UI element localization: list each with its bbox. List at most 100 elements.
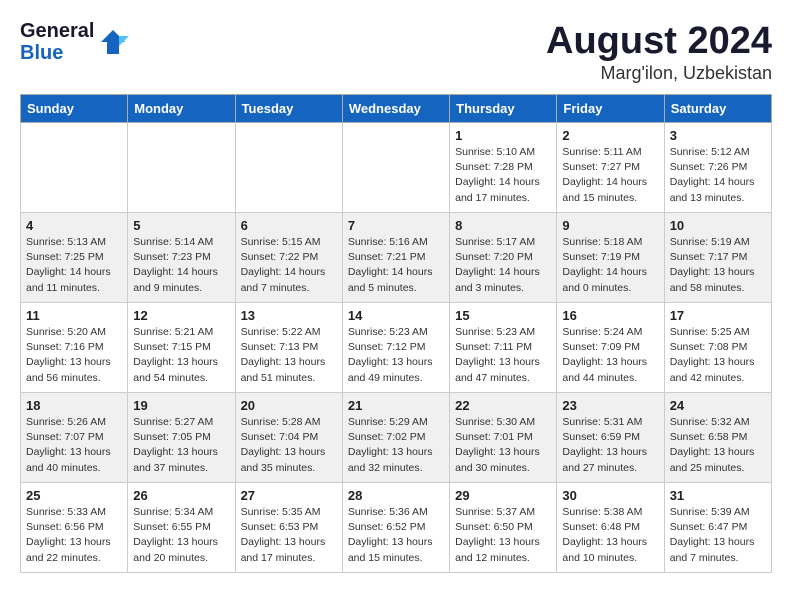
calendar-week-1: 1 Sunrise: 5:10 AM Sunset: 7:28 PM Daylig… [21,123,772,213]
calendar-cell: 31 Sunrise: 5:39 AM Sunset: 6:47 PM Dayli… [664,483,771,573]
day-number: 22 [455,398,551,413]
calendar-cell: 8 Sunrise: 5:17 AM Sunset: 7:20 PM Daylig… [450,213,557,303]
calendar-cell: 11 Sunrise: 5:20 AM Sunset: 7:16 PM Dayli… [21,303,128,393]
day-number: 26 [133,488,229,503]
calendar-week-4: 18 Sunrise: 5:26 AM Sunset: 7:07 PM Dayli… [21,393,772,483]
day-info: Sunrise: 5:39 AM Sunset: 6:47 PM Dayligh… [670,505,766,566]
calendar-cell: 22 Sunrise: 5:30 AM Sunset: 7:01 PM Dayli… [450,393,557,483]
calendar-cell: 19Sunrise: 5:27 AM Sunset: 7:05 PM Dayli… [128,393,235,483]
day-number: 3 [670,128,766,143]
day-info: Sunrise: 5:34 AM Sunset: 6:55 PM Dayligh… [133,505,229,566]
calendar-cell: 24Sunrise: 5:32 AM Sunset: 6:58 PM Dayli… [664,393,771,483]
day-info: Sunrise: 5:35 AM Sunset: 6:53 PM Dayligh… [241,505,337,566]
page-header: General Blue August 2024 Marg'ilon, Uzbe… [20,20,772,84]
day-info: Sunrise: 5:14 AM Sunset: 7:23 PM Dayligh… [133,235,229,296]
col-header-saturday: Saturday [664,95,771,123]
day-info: Sunrise: 5:23 AM Sunset: 7:12 PM Dayligh… [348,325,444,386]
day-number: 16 [562,308,658,323]
day-info: Sunrise: 5:10 AM Sunset: 7:28 PM Dayligh… [455,145,551,206]
day-info: Sunrise: 5:25 AM Sunset: 7:08 PM Dayligh… [670,325,766,386]
day-info: Sunrise: 5:22 AM Sunset: 7:13 PM Dayligh… [241,325,337,386]
calendar-cell: 4 Sunrise: 5:13 AM Sunset: 7:25 PM Daylig… [21,213,128,303]
day-number: 8 [455,218,551,233]
day-info: Sunrise: 5:33 AM Sunset: 6:56 PM Dayligh… [26,505,122,566]
day-number: 29 [455,488,551,503]
day-info: Sunrise: 5:29 AM Sunset: 7:02 PM Dayligh… [348,415,444,476]
col-header-thursday: Thursday [450,95,557,123]
calendar-table: SundayMondayTuesdayWednesdayThursdayFrid… [20,94,772,573]
day-info: Sunrise: 5:23 AM Sunset: 7:11 PM Dayligh… [455,325,551,386]
calendar-cell: 5Sunrise: 5:14 AM Sunset: 7:23 PM Daylig… [128,213,235,303]
calendar-cell: 27 Sunrise: 5:35 AM Sunset: 6:53 PM Dayli… [235,483,342,573]
calendar-cell: 2 Sunrise: 5:11 AM Sunset: 7:27 PM Daylig… [557,123,664,213]
day-number: 17 [670,308,766,323]
calendar-cell: 18 Sunrise: 5:26 AM Sunset: 7:07 PM Dayli… [21,393,128,483]
page-title: August 2024 [546,20,772,63]
day-number: 23 [562,398,658,413]
page-subtitle: Marg'ilon, Uzbekistan [546,63,772,84]
day-info: Sunrise: 5:16 AM Sunset: 7:21 PM Dayligh… [348,235,444,296]
day-info: Sunrise: 5:28 AM Sunset: 7:04 PM Dayligh… [241,415,337,476]
day-number: 9 [562,218,658,233]
day-number: 27 [241,488,337,503]
calendar-cell [235,123,342,213]
day-number: 2 [562,128,658,143]
col-header-tuesday: Tuesday [235,95,342,123]
col-header-friday: Friday [557,95,664,123]
calendar-cell [128,123,235,213]
day-number: 21 [348,398,444,413]
day-info: Sunrise: 5:20 AM Sunset: 7:16 PM Dayligh… [26,325,122,386]
calendar-cell [342,123,449,213]
calendar-cell [21,123,128,213]
calendar-cell: 29Sunrise: 5:37 AM Sunset: 6:50 PM Dayli… [450,483,557,573]
day-info: Sunrise: 5:31 AM Sunset: 6:59 PM Dayligh… [562,415,658,476]
day-info: Sunrise: 5:15 AM Sunset: 7:22 PM Dayligh… [241,235,337,296]
day-number: 1 [455,128,551,143]
calendar-cell: 3 Sunrise: 5:12 AM Sunset: 7:26 PM Daylig… [664,123,771,213]
calendar-cell: 16 Sunrise: 5:24 AM Sunset: 7:09 PM Dayli… [557,303,664,393]
day-number: 25 [26,488,122,503]
calendar-week-5: 25 Sunrise: 5:33 AM Sunset: 6:56 PM Dayli… [21,483,772,573]
day-info: Sunrise: 5:32 AM Sunset: 6:58 PM Dayligh… [670,415,766,476]
calendar-cell: 7 Sunrise: 5:16 AM Sunset: 7:21 PM Daylig… [342,213,449,303]
day-info: Sunrise: 5:11 AM Sunset: 7:27 PM Dayligh… [562,145,658,206]
header-row: SundayMondayTuesdayWednesdayThursdayFrid… [21,95,772,123]
day-number: 11 [26,308,122,323]
calendar-cell: 9 Sunrise: 5:18 AM Sunset: 7:19 PM Daylig… [557,213,664,303]
day-info: Sunrise: 5:36 AM Sunset: 6:52 PM Dayligh… [348,505,444,566]
day-info: Sunrise: 5:30 AM Sunset: 7:01 PM Dayligh… [455,415,551,476]
day-number: 15 [455,308,551,323]
day-number: 28 [348,488,444,503]
calendar-cell: 28 Sunrise: 5:36 AM Sunset: 6:52 PM Dayli… [342,483,449,573]
calendar-week-2: 4 Sunrise: 5:13 AM Sunset: 7:25 PM Daylig… [21,213,772,303]
day-info: Sunrise: 5:17 AM Sunset: 7:20 PM Dayligh… [455,235,551,296]
day-info: Sunrise: 5:13 AM Sunset: 7:25 PM Dayligh… [26,235,122,296]
day-info: Sunrise: 5:19 AM Sunset: 7:17 PM Dayligh… [670,235,766,296]
calendar-cell: 26 Sunrise: 5:34 AM Sunset: 6:55 PM Dayli… [128,483,235,573]
calendar-cell: 12Sunrise: 5:21 AM Sunset: 7:15 PM Dayli… [128,303,235,393]
day-info: Sunrise: 5:18 AM Sunset: 7:19 PM Dayligh… [562,235,658,296]
day-number: 18 [26,398,122,413]
calendar-week-3: 11 Sunrise: 5:20 AM Sunset: 7:16 PM Dayli… [21,303,772,393]
day-info: Sunrise: 5:24 AM Sunset: 7:09 PM Dayligh… [562,325,658,386]
day-number: 13 [241,308,337,323]
day-number: 6 [241,218,337,233]
calendar-cell: 15 Sunrise: 5:23 AM Sunset: 7:11 PM Dayli… [450,303,557,393]
day-info: Sunrise: 5:27 AM Sunset: 7:05 PM Dayligh… [133,415,229,476]
calendar-cell: 20 Sunrise: 5:28 AM Sunset: 7:04 PM Dayli… [235,393,342,483]
day-number: 7 [348,218,444,233]
day-info: Sunrise: 5:38 AM Sunset: 6:48 PM Dayligh… [562,505,658,566]
day-number: 10 [670,218,766,233]
day-info: Sunrise: 5:26 AM Sunset: 7:07 PM Dayligh… [26,415,122,476]
day-info: Sunrise: 5:12 AM Sunset: 7:26 PM Dayligh… [670,145,766,206]
calendar-cell: 10 Sunrise: 5:19 AM Sunset: 7:17 PM Dayli… [664,213,771,303]
day-number: 30 [562,488,658,503]
calendar-cell: 1 Sunrise: 5:10 AM Sunset: 7:28 PM Daylig… [450,123,557,213]
title-block: August 2024 Marg'ilon, Uzbekistan [546,20,772,84]
calendar-cell: 30 Sunrise: 5:38 AM Sunset: 6:48 PM Dayli… [557,483,664,573]
calendar-cell: 25 Sunrise: 5:33 AM Sunset: 6:56 PM Dayli… [21,483,128,573]
day-number: 4 [26,218,122,233]
day-number: 31 [670,488,766,503]
day-number: 20 [241,398,337,413]
calendar-cell: 23 Sunrise: 5:31 AM Sunset: 6:59 PM Dayli… [557,393,664,483]
